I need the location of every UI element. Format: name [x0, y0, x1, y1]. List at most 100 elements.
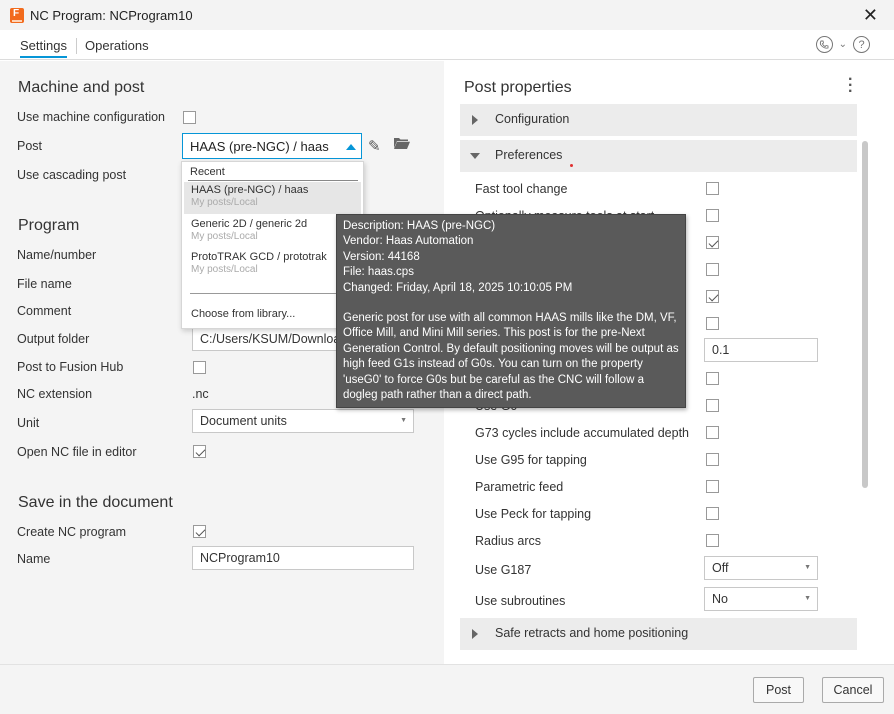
- prop-select-value: Off: [712, 561, 729, 575]
- dropdown-item-prototrak[interactable]: ProtoTRAK GCD / prototrak My posts/Local: [184, 249, 361, 281]
- prop-checkbox[interactable]: [706, 236, 719, 249]
- prop-checkbox[interactable]: [706, 317, 719, 330]
- prop-label: G73 cycles include accumulated depth: [475, 426, 690, 440]
- group-title: Preferences: [495, 148, 563, 162]
- use-machine-config-checkbox[interactable]: [183, 111, 196, 124]
- nc-extension-value: .nc: [192, 387, 209, 401]
- tooltip-file: File: haas.cps: [343, 266, 414, 279]
- prop-label: Use subroutines: [475, 594, 566, 608]
- title-bar: NC Program: NCProgram10 ✕: [0, 0, 894, 30]
- name-label: Name: [17, 552, 51, 566]
- prop-select-g187[interactable]: Off ▼: [704, 556, 818, 580]
- tooltip-description: Description: HAAS (pre-NGC): [343, 220, 496, 232]
- output-folder-input[interactable]: C:/Users/KSUM/Downloads: [192, 327, 352, 351]
- prop-checkbox[interactable]: [706, 480, 719, 493]
- group-configuration[interactable]: Configuration: [460, 104, 857, 136]
- prop-label: Use G95 for tapping: [475, 453, 587, 467]
- feedback-phone-icon[interactable]: [815, 36, 833, 53]
- prop-label: Use G187: [475, 563, 532, 577]
- dropdown-item-generic-2d[interactable]: Generic 2D / generic 2d My posts/Local: [184, 216, 361, 248]
- create-nc-checkbox[interactable]: [193, 525, 206, 538]
- dropdown-recent-heading: Recent: [190, 166, 225, 178]
- post-to-hub-checkbox[interactable]: [193, 361, 206, 374]
- tab-settings[interactable]: Settings: [20, 38, 67, 58]
- chevron-down-icon: ▼: [804, 595, 811, 602]
- prop-checkbox[interactable]: [706, 507, 719, 520]
- file-name-label: File name: [17, 277, 72, 291]
- chevron-down-icon: [470, 153, 480, 159]
- prop-checkbox[interactable]: [706, 372, 719, 385]
- prop-checkbox[interactable]: [706, 209, 719, 222]
- dialog-footer: Post Cancel: [0, 664, 894, 714]
- output-folder-label: Output folder: [17, 332, 90, 346]
- prop-checkbox[interactable]: [706, 426, 719, 439]
- prop-checkbox[interactable]: [706, 534, 719, 547]
- dropdown-item-name: HAAS (pre-NGC) / haas: [191, 184, 309, 196]
- post-button[interactable]: Post: [753, 677, 804, 703]
- comment-label: Comment: [17, 304, 72, 318]
- prop-label: Radius arcs: [475, 534, 541, 548]
- dropdown-item-source: My posts/Local: [191, 197, 258, 208]
- fusion-app-icon: [10, 7, 24, 23]
- vertical-scrollbar[interactable]: [862, 141, 868, 488]
- group-title: Safe retracts and home positioning: [495, 626, 689, 640]
- machine-post-heading: Machine and post: [18, 79, 145, 96]
- chevron-right-icon: [472, 629, 478, 639]
- unit-label: Unit: [17, 416, 40, 430]
- prop-checkbox[interactable]: [706, 263, 719, 276]
- use-cascading-label: Use cascading post: [17, 168, 127, 182]
- tab-bar-tools: ⌄ ?: [815, 36, 870, 53]
- edit-post-pencil-icon[interactable]: ✎: [368, 137, 381, 155]
- use-machine-config-label: Use machine configuration: [17, 110, 165, 124]
- tooltip-body: Generic post for use with all common HAA…: [343, 312, 679, 402]
- name-input[interactable]: NCProgram10: [192, 546, 414, 570]
- dropdown-divider: [190, 293, 356, 294]
- open-folder-icon[interactable]: [394, 137, 410, 149]
- unit-select-value: Document units: [200, 414, 287, 428]
- create-nc-label: Create NC program: [17, 525, 127, 539]
- post-properties-heading: Post properties: [464, 79, 572, 96]
- post-info-tooltip: Description: HAAS (pre-NGC) Vendor: Haas…: [336, 214, 686, 408]
- chevron-down-icon: ▼: [400, 417, 407, 424]
- prop-select-value: No: [712, 592, 728, 606]
- group-title: Configuration: [495, 112, 570, 126]
- tab-divider: [76, 38, 77, 54]
- caret-up-icon: [346, 144, 356, 150]
- post-select[interactable]: HAAS (pre-NGC) / haas: [182, 133, 362, 159]
- open-in-editor-label: Open NC file in editor: [17, 445, 137, 459]
- choose-from-library-item[interactable]: Choose from library...: [191, 308, 295, 320]
- cancel-button[interactable]: Cancel: [822, 677, 884, 703]
- unit-select[interactable]: Document units ▼: [192, 409, 414, 433]
- name-number-label: Name/number: [17, 248, 97, 262]
- prop-label: Parametric feed: [475, 480, 564, 494]
- tooltip-version: Version: 44168: [343, 250, 420, 263]
- chevron-down-icon[interactable]: ⌄: [839, 39, 847, 50]
- prop-checkbox[interactable]: [706, 453, 719, 466]
- prop-select-subroutines[interactable]: No ▼: [704, 587, 818, 611]
- help-icon[interactable]: ?: [853, 36, 870, 53]
- open-in-editor-checkbox[interactable]: [193, 445, 206, 458]
- tab-bar: Settings Operations ⌄ ?: [0, 30, 894, 60]
- prop-number-input[interactable]: 0.1: [704, 338, 818, 362]
- modified-indicator: [570, 164, 573, 167]
- group-preferences[interactable]: Preferences: [460, 140, 857, 172]
- group-safe-retracts[interactable]: Safe retracts and home positioning: [460, 618, 857, 650]
- program-heading: Program: [18, 217, 80, 234]
- dropdown-item-haas[interactable]: HAAS (pre-NGC) / haas My posts/Local: [184, 182, 361, 214]
- prop-checkbox[interactable]: [706, 182, 719, 195]
- prop-checkbox[interactable]: [706, 290, 719, 303]
- dropdown-divider: [188, 180, 358, 181]
- tooltip-vendor: Vendor: Haas Automation: [343, 235, 474, 248]
- save-heading: Save in the document: [18, 494, 173, 511]
- tooltip-meta: Description: HAAS (pre-NGC) Vendor: Haas…: [343, 219, 679, 296]
- prop-checkbox[interactable]: [706, 399, 719, 412]
- prop-label: Use Peck for tapping: [475, 507, 592, 521]
- tab-operations[interactable]: Operations: [85, 38, 149, 53]
- post-select-value: HAAS (pre-NGC) / haas: [190, 139, 329, 154]
- prop-label: Fast tool change: [475, 182, 568, 196]
- more-options-icon[interactable]: · · ·: [848, 72, 853, 100]
- post-to-hub-label: Post to Fusion Hub: [17, 360, 124, 374]
- tooltip-changed: Changed: Friday, April 18, 2025 10:10:05…: [343, 281, 573, 294]
- post-label: Post: [17, 139, 43, 153]
- close-icon[interactable]: ✕: [863, 5, 878, 26]
